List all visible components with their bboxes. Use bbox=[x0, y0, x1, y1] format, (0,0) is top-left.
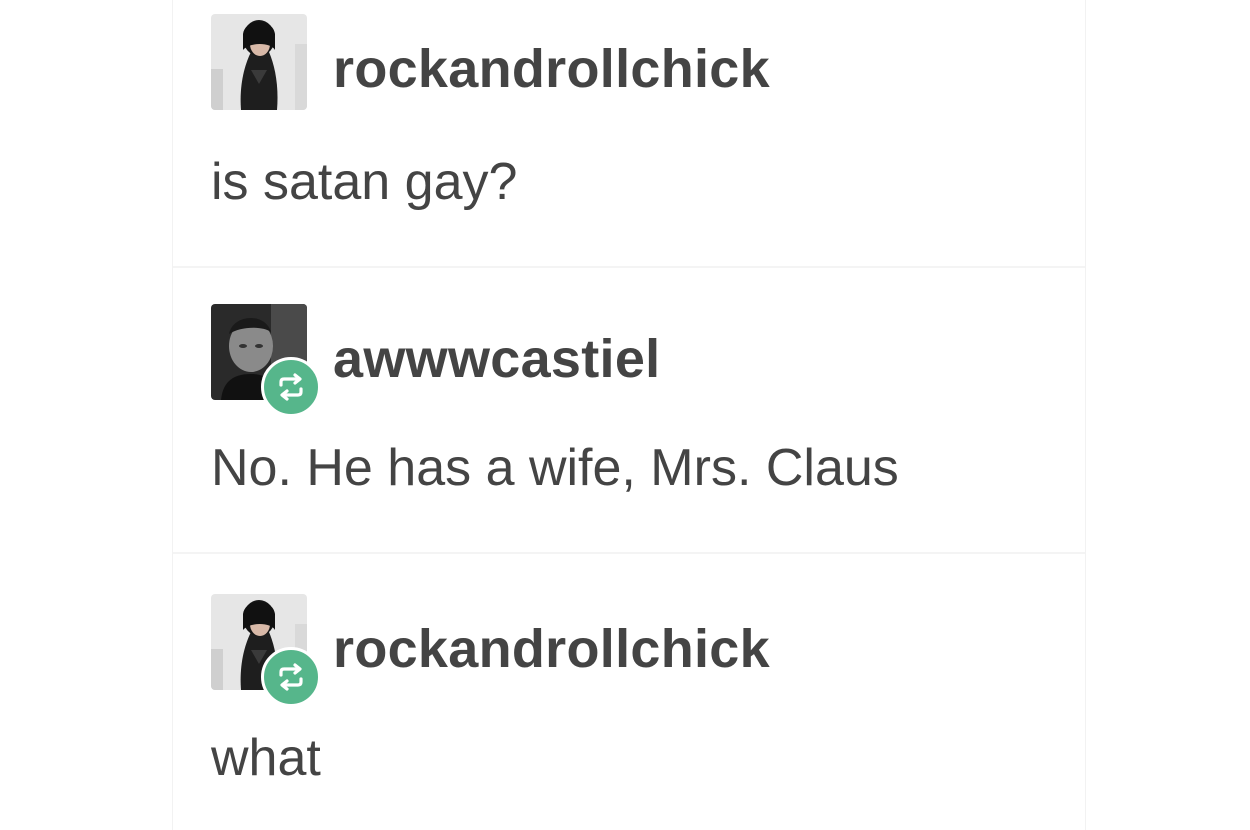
post-body-text: what bbox=[211, 729, 321, 787]
post-divider bbox=[173, 266, 1085, 268]
avatar-awwwcastiel[interactable] bbox=[211, 304, 321, 417]
thread-post-2: awwwcastiel No. He has a wife, Mrs. Clau… bbox=[211, 304, 1065, 494]
thread-post-1: rockandrollchick is satan gay? bbox=[211, 14, 1065, 208]
post-header: rockandrollchick bbox=[211, 14, 1065, 124]
post-header: rockandrollchick bbox=[211, 594, 1065, 707]
reblog-icon bbox=[279, 373, 303, 401]
reblog-icon bbox=[279, 663, 303, 691]
post-username[interactable]: rockandrollchick bbox=[333, 622, 770, 676]
user-avatar-woman-icon bbox=[211, 14, 307, 110]
post-username[interactable]: rockandrollchick bbox=[333, 42, 770, 96]
post-body-text: is satan gay? bbox=[211, 153, 518, 211]
reblog-badge bbox=[261, 357, 321, 417]
avatar-rockandrollchick[interactable] bbox=[211, 14, 307, 110]
post-body-text: No. He has a wife, Mrs. Claus bbox=[211, 439, 899, 497]
post-divider bbox=[173, 552, 1085, 554]
thread-post-3: rockandrollchick what bbox=[211, 594, 1065, 784]
avatar-rockandrollchick[interactable] bbox=[211, 594, 321, 707]
reblog-badge bbox=[261, 647, 321, 707]
post-username[interactable]: awwwcastiel bbox=[333, 332, 660, 386]
post-thread-card: rockandrollchick is satan gay? awwwcasti… bbox=[172, 0, 1086, 830]
post-header: awwwcastiel bbox=[211, 304, 1065, 417]
